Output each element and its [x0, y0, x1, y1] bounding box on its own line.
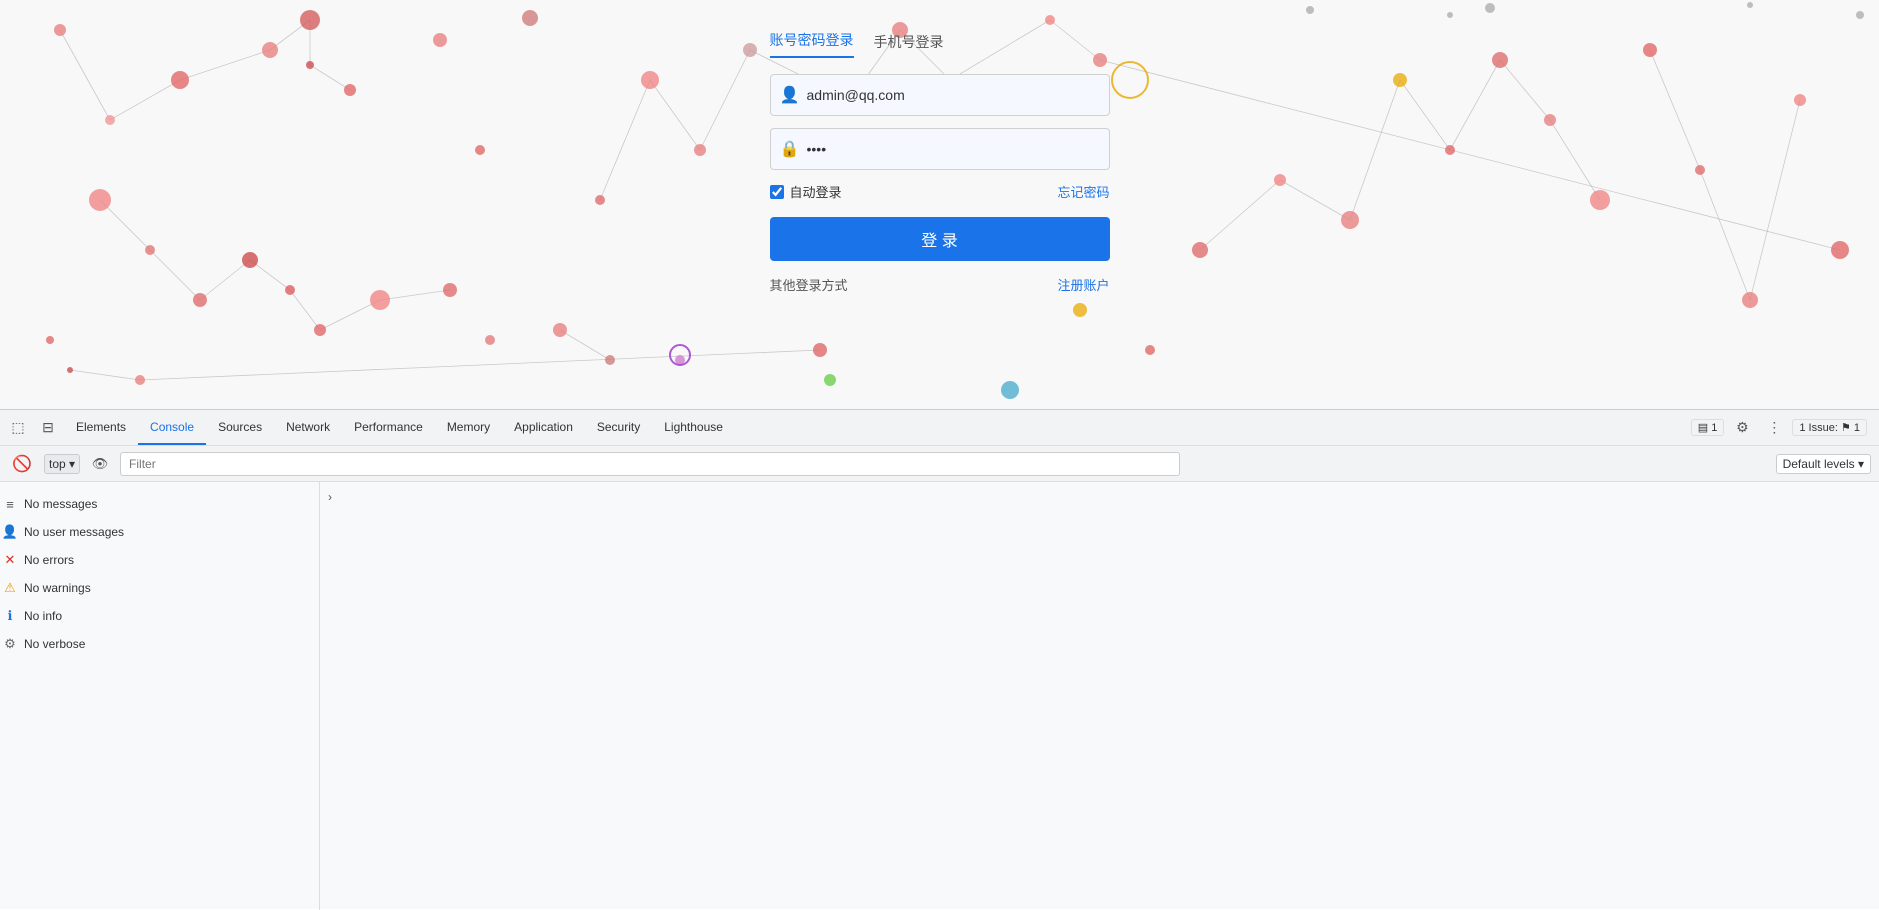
console-sidebar: ≡ No messages 👤 No user messages ✕ No er…: [0, 482, 320, 910]
login-options: 自动登录 忘记密码: [770, 182, 1110, 201]
user-icon: 👤: [780, 85, 800, 105]
password-input-group: 🔒: [770, 128, 1110, 170]
verbose-icon: ⚙: [0, 634, 20, 654]
devtools-toolbar: ⬚ ⊟ Elements Console Sources Network Per…: [0, 410, 1879, 446]
verbose-label: No verbose: [24, 637, 85, 651]
console-filter-input[interactable]: [120, 452, 1180, 476]
login-footer: 其他登录方式 注册账户: [770, 275, 1110, 294]
console-filter-bar: 🚫 top ▾ 👁 Default levels ▾: [0, 446, 1879, 482]
console-content: ≡ No messages 👤 No user messages ✕ No er…: [0, 482, 1879, 910]
devtools-tabs: Elements Console Sources Network Perform…: [64, 410, 1689, 445]
login-button[interactable]: 登 录: [770, 217, 1110, 261]
filter-warnings[interactable]: ⚠ No warnings: [0, 574, 319, 602]
info-label: No info: [24, 609, 62, 623]
warnings-label: No warnings: [24, 581, 91, 595]
forgot-password-link[interactable]: 忘记密码: [1057, 182, 1109, 201]
filter-verbose[interactable]: ⚙ No verbose: [0, 630, 319, 658]
tab-network[interactable]: Network: [274, 410, 342, 445]
console-clear-button[interactable]: 🚫: [8, 450, 36, 478]
auto-login-text: 自动登录: [790, 182, 842, 201]
tab-performance[interactable]: Performance: [342, 410, 435, 445]
login-tabs: 账号密码登录 手机号登录: [770, 30, 1110, 58]
register-link[interactable]: 注册账户: [1057, 275, 1109, 294]
warning-icon: ⚠: [0, 578, 20, 598]
devtools-right-icons: ▤ 1 ⚙ ⋮ 1 Issue: ⚑ 1: [1691, 414, 1875, 442]
tab-elements[interactable]: Elements: [64, 410, 138, 445]
lock-icon: 🔒: [780, 139, 800, 159]
tab-console[interactable]: Console: [138, 410, 206, 445]
filter-messages[interactable]: ≡ No messages: [0, 490, 319, 518]
filter-user-messages[interactable]: 👤 No user messages: [0, 518, 319, 546]
user-messages-label: No user messages: [24, 525, 124, 539]
inspect-element-button[interactable]: ⬚: [4, 414, 32, 442]
messages-icon: ≡: [0, 494, 20, 514]
user-messages-icon: 👤: [0, 522, 20, 542]
password-input[interactable]: [770, 128, 1110, 170]
auto-login-checkbox[interactable]: [770, 185, 784, 199]
console-prompt-arrow: ›: [328, 490, 332, 504]
tab-memory[interactable]: Memory: [435, 410, 502, 445]
tab-application[interactable]: Application: [502, 410, 585, 445]
filter-input-wrapper: [120, 452, 1768, 476]
filter-info[interactable]: ℹ No info: [0, 602, 319, 630]
tab-lighthouse[interactable]: Lighthouse: [652, 410, 735, 445]
settings-button[interactable]: ⚙: [1728, 414, 1756, 442]
tab-account[interactable]: 账号密码登录: [770, 30, 854, 58]
console-main: ›: [320, 482, 1879, 910]
login-card: 账号密码登录 手机号登录 👤 🔒 自动登录 忘记密码 登 录 其他登录方式 注册…: [770, 30, 1110, 294]
username-input[interactable]: [770, 74, 1110, 116]
context-selector[interactable]: top ▾: [44, 454, 80, 474]
devtools-panel: ⬚ ⊟ Elements Console Sources Network Per…: [0, 409, 1879, 909]
errors-label: No errors: [24, 553, 74, 567]
error-icon: ✕: [0, 550, 20, 570]
auto-login-label[interactable]: 自动登录: [770, 182, 842, 201]
device-toolbar-button[interactable]: ⊟: [34, 414, 62, 442]
tab-security[interactable]: Security: [585, 410, 652, 445]
other-login-link[interactable]: 其他登录方式: [770, 275, 848, 294]
tab-phone[interactable]: 手机号登录: [874, 32, 944, 58]
username-input-group: 👤: [770, 74, 1110, 116]
hide-network-button[interactable]: 👁: [88, 452, 112, 476]
default-levels-button[interactable]: Default levels ▾: [1776, 454, 1871, 474]
messages-label: No messages: [24, 497, 97, 511]
tab-sources[interactable]: Sources: [206, 410, 274, 445]
more-options-button[interactable]: ⋮: [1760, 414, 1788, 442]
filter-errors[interactable]: ✕ No errors: [0, 546, 319, 574]
info-icon: ℹ: [0, 606, 20, 626]
main-content: 账号密码登录 手机号登录 👤 🔒 自动登录 忘记密码 登 录 其他登录方式 注册…: [0, 0, 1879, 409]
issue-count-badge[interactable]: 1 Issue: ⚑ 1: [1792, 419, 1867, 436]
console-messages-badge: ▤ 1: [1691, 419, 1725, 436]
